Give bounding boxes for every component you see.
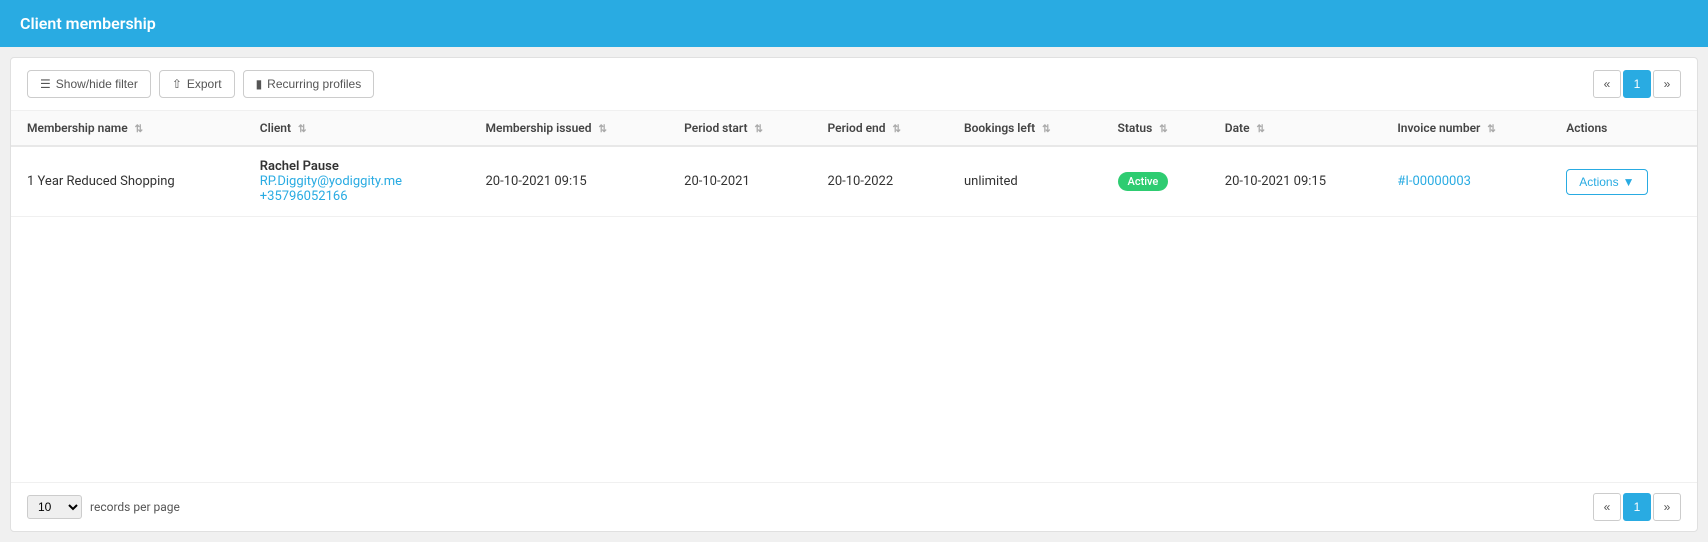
records-per-page-label: records per page	[90, 500, 180, 514]
footer-bar: 10 25 50 100 records per page « 1 »	[11, 482, 1697, 531]
cell-bookings-left: unlimited	[948, 146, 1102, 217]
pagination-bottom: « 1 »	[1593, 493, 1681, 521]
current-page-button-top[interactable]: 1	[1623, 70, 1651, 98]
sort-icon-membership-name: ⇅	[135, 124, 143, 135]
chart-icon: ▮	[256, 77, 263, 91]
col-header-membership-issued[interactable]: Membership issued ⇅	[470, 111, 669, 146]
col-header-period-end[interactable]: Period end ⇅	[812, 111, 948, 146]
col-header-actions: Actions	[1550, 111, 1697, 146]
cell-client: Rachel Pause RP.Diggity@yodiggity.me +35…	[244, 146, 470, 217]
show-hide-filter-label: Show/hide filter	[56, 77, 138, 91]
cell-actions: Actions ▼	[1550, 146, 1697, 217]
col-header-period-start[interactable]: Period start ⇅	[668, 111, 811, 146]
chevron-down-icon: ▼	[1623, 175, 1635, 189]
memberships-table: Membership name ⇅ Client ⇅ Membership is…	[11, 111, 1697, 217]
sort-icon-period-start: ⇅	[754, 124, 762, 135]
export-button[interactable]: ⇧ Export	[159, 70, 235, 98]
recurring-profiles-button[interactable]: ▮ Recurring profiles	[243, 70, 375, 98]
client-email[interactable]: RP.Diggity@yodiggity.me	[260, 174, 454, 189]
page-wrapper: Client membership ☰ Show/hide filter ⇧ E…	[0, 0, 1708, 542]
toolbar-left: ☰ Show/hide filter ⇧ Export ▮ Recurring …	[27, 70, 374, 98]
sort-icon-status: ⇅	[1159, 124, 1167, 135]
export-icon: ⇧	[172, 77, 182, 91]
pagination-top: « 1 »	[1593, 70, 1681, 98]
sort-icon-client: ⇅	[298, 124, 306, 135]
cell-status: Active	[1102, 146, 1209, 217]
table-row: 1 Year Reduced Shopping Rachel Pause RP.…	[11, 146, 1697, 217]
sort-icon-date: ⇅	[1257, 124, 1265, 135]
status-badge: Active	[1118, 172, 1169, 191]
col-header-date[interactable]: Date ⇅	[1209, 111, 1382, 146]
table-header-row: Membership name ⇅ Client ⇅ Membership is…	[11, 111, 1697, 146]
cell-membership-name: 1 Year Reduced Shopping	[11, 146, 244, 217]
toolbar: ☰ Show/hide filter ⇧ Export ▮ Recurring …	[11, 58, 1697, 111]
main-card: ☰ Show/hide filter ⇧ Export ▮ Recurring …	[10, 57, 1698, 532]
recurring-profiles-label: Recurring profiles	[267, 77, 361, 91]
records-per-page-control: 10 25 50 100 records per page	[27, 495, 180, 519]
show-hide-filter-button[interactable]: ☰ Show/hide filter	[27, 70, 151, 98]
export-label: Export	[187, 77, 222, 91]
col-header-invoice-number[interactable]: Invoice number ⇅	[1381, 111, 1550, 146]
prev-page-button-bottom[interactable]: «	[1593, 493, 1621, 521]
col-header-client[interactable]: Client ⇅	[244, 111, 470, 146]
next-page-button-bottom[interactable]: »	[1653, 493, 1681, 521]
records-per-page-select[interactable]: 10 25 50 100	[27, 495, 82, 519]
client-name: Rachel Pause	[260, 159, 454, 174]
cell-period-start: 20-10-2021	[668, 146, 811, 217]
sort-icon-invoice-number: ⇅	[1487, 124, 1495, 135]
col-header-bookings-left[interactable]: Bookings left ⇅	[948, 111, 1102, 146]
sort-icon-period-end: ⇅	[892, 124, 900, 135]
next-page-button-top[interactable]: »	[1653, 70, 1681, 98]
col-header-membership-name[interactable]: Membership name ⇅	[11, 111, 244, 146]
filter-icon: ☰	[40, 77, 51, 91]
sort-icon-membership-issued: ⇅	[598, 124, 606, 135]
prev-page-button-top[interactable]: «	[1593, 70, 1621, 98]
cell-invoice-number: #I-00000003	[1381, 146, 1550, 217]
page-title: Client membership	[20, 14, 156, 33]
sort-icon-bookings-left: ⇅	[1042, 124, 1050, 135]
actions-button[interactable]: Actions ▼	[1566, 169, 1647, 195]
invoice-link[interactable]: #I-00000003	[1397, 174, 1471, 189]
cell-date: 20-10-2021 09:15	[1209, 146, 1382, 217]
current-page-button-bottom[interactable]: 1	[1623, 493, 1651, 521]
cell-period-end: 20-10-2022	[812, 146, 948, 217]
client-phone[interactable]: +35796052166	[260, 189, 454, 204]
cell-membership-issued: 20-10-2021 09:15	[470, 146, 669, 217]
col-header-status[interactable]: Status ⇅	[1102, 111, 1209, 146]
page-header: Client membership	[0, 0, 1708, 47]
table-container: Membership name ⇅ Client ⇅ Membership is…	[11, 111, 1697, 482]
